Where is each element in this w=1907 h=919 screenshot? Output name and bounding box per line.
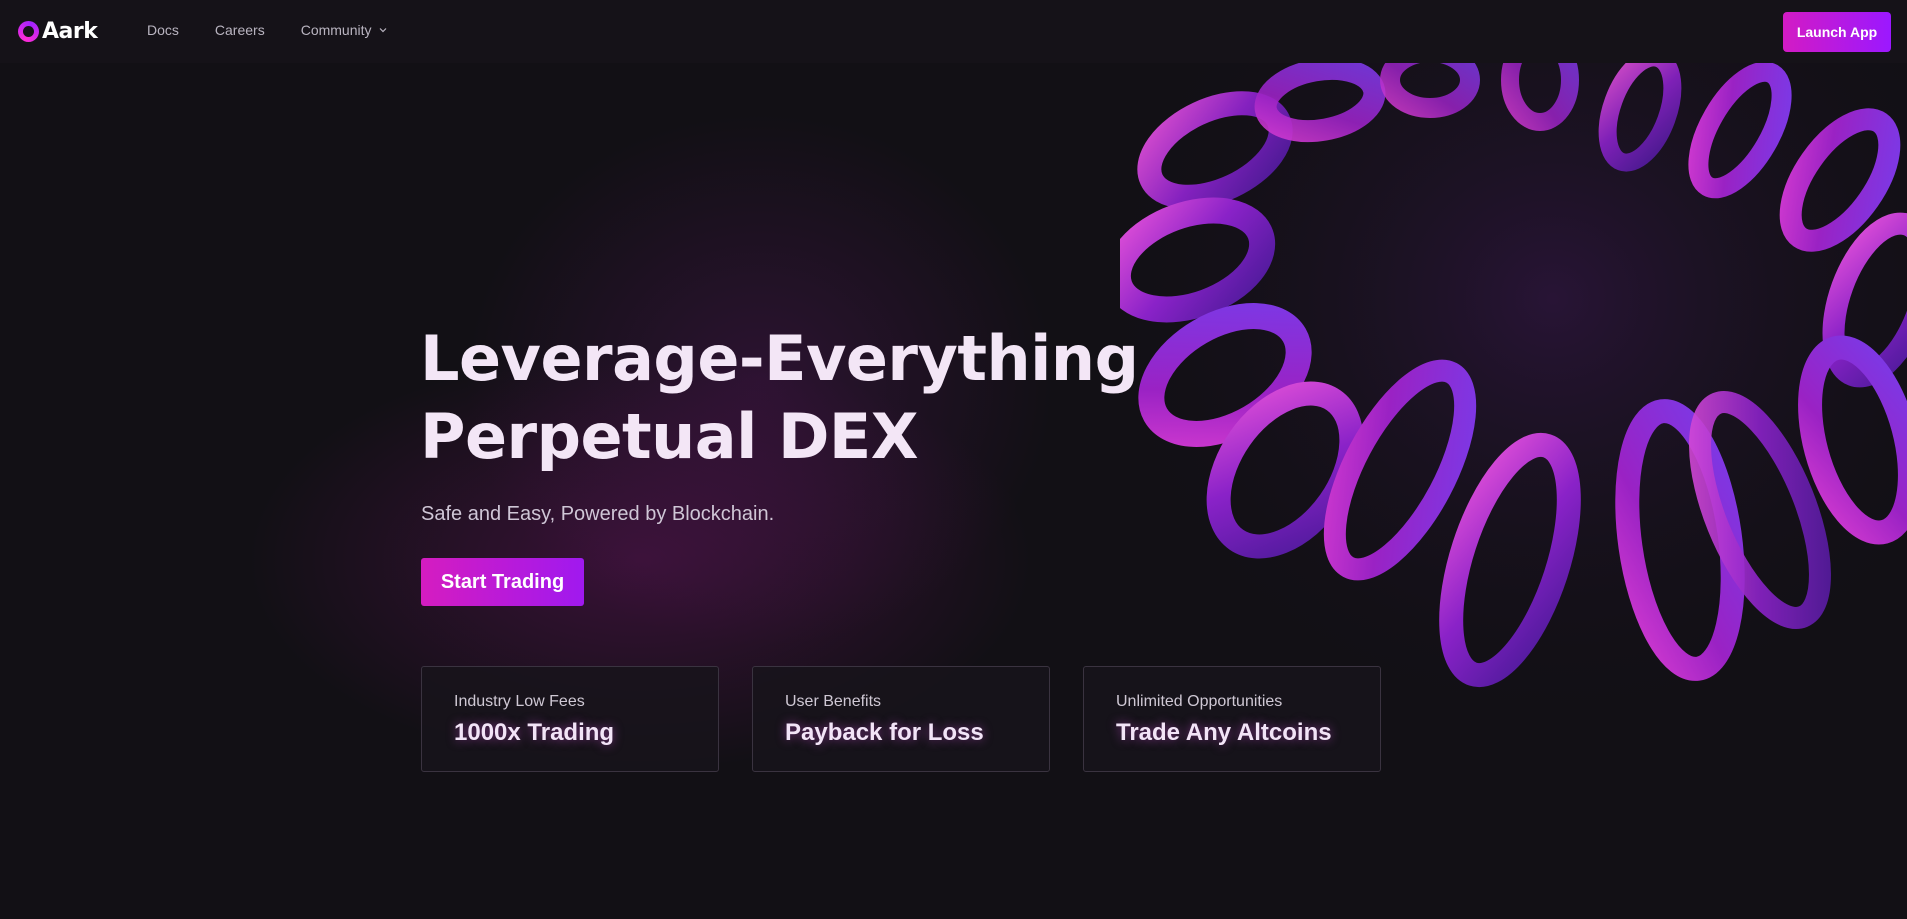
nav-community-label: Community <box>300 22 372 38</box>
hero-subtitle: Safe and Easy, Powered by Blockchain. <box>421 503 775 525</box>
hero-headline-line-2: Perpetual DEX <box>420 400 919 473</box>
feature-card-fees: Industry Low Fees 1000x Trading <box>421 666 719 772</box>
feature-card-label: User Benefits <box>785 693 882 710</box>
feature-card-value: Payback for Loss <box>785 719 984 746</box>
top-navigation-bar: Aark Docs Careers Community Launch App <box>0 0 1907 63</box>
brand-name: Aark <box>42 18 98 44</box>
feature-card-label: Unlimited Opportunities <box>1116 693 1283 710</box>
launch-app-button[interactable]: Launch App <box>1783 12 1891 52</box>
chevron-down-icon <box>379 28 386 33</box>
feature-card-value: Trade Any Altcoins <box>1116 719 1332 746</box>
main-nav: Docs Careers Community <box>147 22 424 38</box>
landing-page: Aark Docs Careers Community Launch App L… <box>0 0 1907 919</box>
feature-card-benefits: User Benefits Payback for Loss <box>752 666 1050 772</box>
hero-headline-line-1: Leverage-Everything <box>420 322 1139 395</box>
nav-link-careers[interactable]: Careers <box>215 22 265 38</box>
hero-headline: Leverage-Everything Perpetual DEX <box>420 320 1139 476</box>
feature-card-label: Industry Low Fees <box>454 693 585 710</box>
feature-card-opportunities: Unlimited Opportunities Trade Any Altcoi… <box>1083 666 1381 772</box>
brand-logo[interactable]: Aark <box>18 18 98 44</box>
feature-cards: Industry Low Fees 1000x Trading User Ben… <box>421 666 1414 772</box>
start-trading-button[interactable]: Start Trading <box>421 558 584 606</box>
aark-logo-icon <box>18 20 39 42</box>
nav-dropdown-community[interactable]: Community <box>301 22 388 38</box>
nav-link-docs[interactable]: Docs <box>147 22 179 38</box>
feature-card-value: 1000x Trading <box>454 719 615 746</box>
